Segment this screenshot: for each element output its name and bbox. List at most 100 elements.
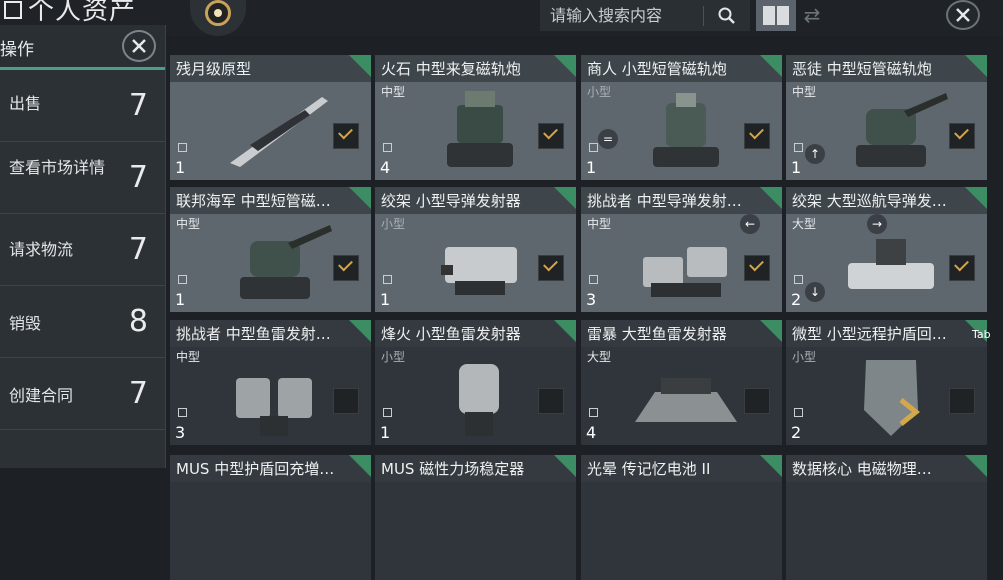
item-image [447,91,513,167]
item-card-header: 数据核心 电磁物理… [786,455,987,482]
grid-view-icon[interactable] [756,0,796,31]
item-card-header: 光晕 传记忆电池 II [581,455,782,482]
op-key: 7 [128,232,148,267]
item-card[interactable]: MUS 磁性力场稳定器 [375,455,576,580]
item-card-header: 绞架 大型巡航导弹发… [786,187,987,214]
stack-icon [794,275,803,284]
swap-icon[interactable]: ⇄ [797,0,827,31]
stack-icon [383,143,392,152]
item-count: 1 [586,158,597,177]
item-badge-icon [349,320,371,342]
item-count: 3 [586,290,597,309]
hint-equals: = [598,129,618,149]
item-card[interactable]: 联邦海军 中型短管磁… 中型 1 [170,187,371,312]
op-label: 销毁 [9,314,42,333]
op-destroy[interactable]: 销毁 8 [0,286,165,358]
checkbox-icon[interactable] [949,123,975,149]
item-image [848,239,934,289]
item-size: 小型 [792,350,817,364]
operations-panel: 操作 出售 7 查看市场详情 7 请求物流 7 销毁 8 创建合同 7 [0,25,166,468]
item-name: MUS 磁性力场稳定器 [381,460,525,478]
item-card-header: 商人 小型短管磁轨炮 [581,55,782,82]
checkbox-icon[interactable] [949,255,975,281]
item-name: 光晕 传记忆电池 II [587,460,711,478]
op-label: 创建合同 [9,386,74,405]
item-card[interactable]: 微型 小型远程护盾回… 小型 2 [786,320,987,445]
stack-icon [383,408,392,417]
item-card[interactable]: 烽火 小型鱼雷发射器 小型 1 [375,320,576,445]
hint-tab: Tab [972,328,991,341]
item-card[interactable]: 商人 小型短管磁轨炮 小型 1 [581,55,782,180]
item-badge-icon [965,55,987,77]
stack-icon [794,408,803,417]
op-sell[interactable]: 出售 7 [0,70,165,142]
item-card[interactable]: MUS 中型护盾回充増… [170,455,371,580]
stack-icon [589,275,598,284]
item-name: 绞架 小型导弹发射器 [381,192,521,210]
checkbox-icon[interactable] [333,388,359,414]
search-icon[interactable] [712,4,742,28]
operations-title: 操作 [0,40,34,60]
item-name: 挑战者 中型鱼雷发射… [176,325,331,343]
close-icon[interactable] [946,0,980,30]
checkbox-icon[interactable] [333,123,359,149]
item-name: 火石 中型来复磁轨炮 [381,60,521,78]
page-title: 个人资产 [4,0,136,27]
op-label: 查看市场详情 [9,158,106,177]
item-count: 1 [791,158,802,177]
search-divider [703,6,704,26]
item-image [856,93,948,167]
item-card-header: 火石 中型来复磁轨炮 [375,55,576,82]
op-create-contract[interactable]: 创建合同 7 [0,358,165,430]
item-image [643,247,727,297]
item-name: 联邦海军 中型短管磁… [176,192,331,210]
item-count: 3 [175,423,186,442]
item-count: 4 [380,158,391,177]
hint-up: ↑ [805,144,825,164]
item-card[interactable]: 挑战者 中型鱼雷发射… 中型 3 [170,320,371,445]
op-request-logistics[interactable]: 请求物流 7 [0,214,165,286]
item-card[interactable]: 绞架 小型导弹发射器 小型 1 [375,187,576,312]
item-size: 大型 [587,350,612,364]
item-card[interactable]: 残月级原型 1 [170,55,371,180]
item-badge-icon [554,455,576,477]
item-card[interactable]: 挑战者 中型导弹发射… 中型 3 [581,187,782,312]
op-key: 7 [128,88,148,123]
item-size: 中型 [587,217,612,231]
item-badge-icon [554,320,576,342]
search-input[interactable] [540,0,700,31]
item-name: 绞架 大型巡航导弹发… [792,192,947,210]
op-market-details[interactable]: 查看市场详情 7 [0,142,165,214]
emblem-icon[interactable] [190,0,246,36]
op-key: 8 [128,304,148,339]
item-card[interactable]: 光晕 传记忆电池 II [581,455,782,580]
hint-left: ← [740,214,760,234]
checkbox-icon[interactable] [333,255,359,281]
item-image [635,378,737,422]
checkbox-icon[interactable] [538,123,564,149]
checkbox-icon[interactable] [744,388,770,414]
item-image [236,378,312,436]
item-card-header: 联邦海军 中型短管磁… [170,187,371,214]
item-card[interactable]: 数据核心 电磁物理… [786,455,987,580]
stack-icon [383,275,392,284]
item-name: 数据核心 电磁物理… [792,460,932,478]
stack-icon [589,408,598,417]
stack-icon [589,143,598,152]
item-name: 雷暴 大型鱼雷发射器 [587,325,727,343]
item-badge-icon [965,187,987,209]
checkbox-icon[interactable] [538,255,564,281]
item-card-header: 烽火 小型鱼雷发射器 [375,320,576,347]
item-size: 中型 [792,85,817,99]
checkbox-icon[interactable] [949,388,975,414]
item-card[interactable]: 火石 中型来复磁轨炮 中型 4 [375,55,576,180]
op-label: 请求物流 [9,240,74,259]
checkbox-icon[interactable] [744,123,770,149]
item-image [459,364,499,436]
checkbox-icon[interactable] [538,388,564,414]
checkbox-icon[interactable] [744,255,770,281]
item-card[interactable]: 雷暴 大型鱼雷发射器 大型 4 [581,320,782,445]
item-badge-icon [760,455,782,477]
item-size: 大型 [792,217,817,231]
close-panel-icon[interactable] [122,30,156,62]
